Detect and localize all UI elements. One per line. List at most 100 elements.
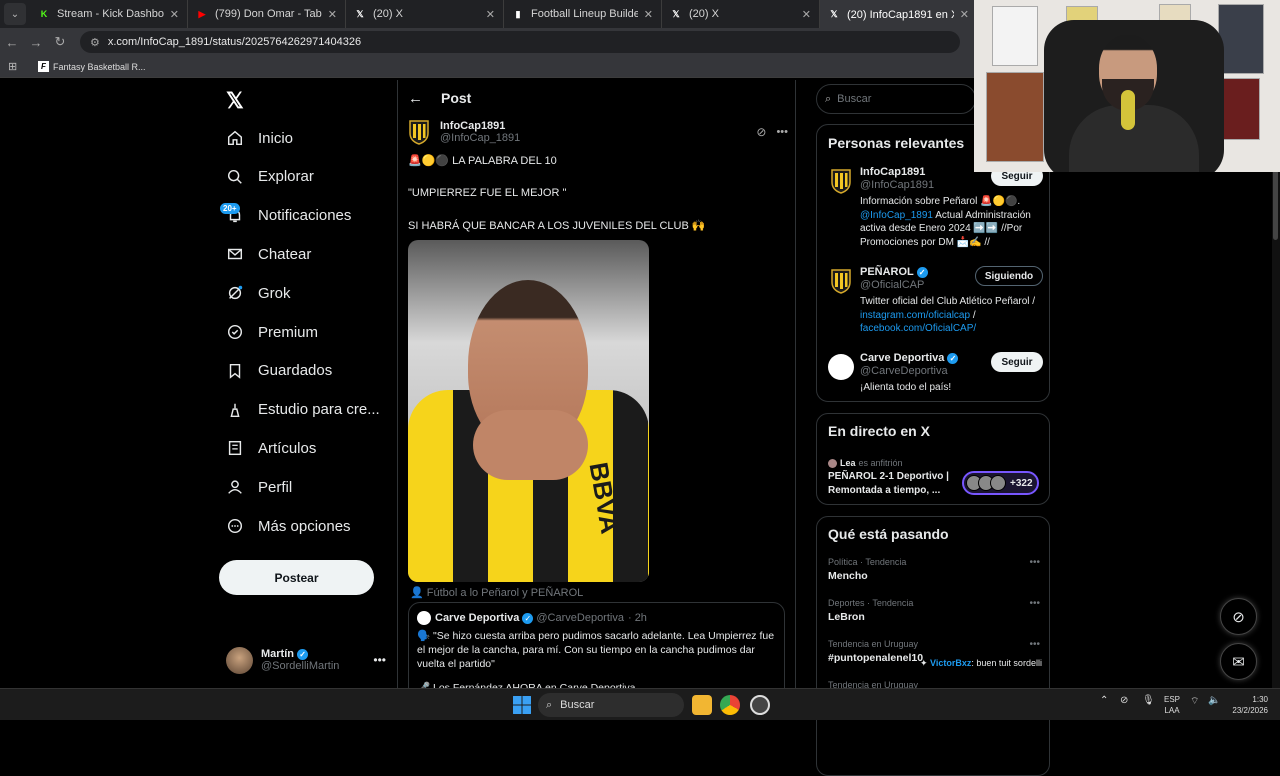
quoted-post[interactable]: Carve Deportiva ✓ @CarveDeportiva · 2h 🗣… [408, 602, 785, 702]
messages-fab-icon[interactable]: ✉ [1220, 643, 1257, 680]
language-indicator[interactable]: ESP LAA [1160, 694, 1184, 716]
chrome-icon[interactable] [720, 695, 740, 715]
nav-item-7[interactable]: Guardados [226, 353, 332, 389]
close-icon[interactable]: ✕ [328, 8, 337, 21]
close-icon[interactable]: ✕ [960, 8, 969, 21]
grok-icon [226, 284, 244, 302]
live-listeners[interactable]: +322 [962, 471, 1039, 495]
articles-icon [226, 439, 244, 457]
browser-tab[interactable]: K Stream - Kick Dashboard ✕ [30, 0, 188, 28]
bio-link[interactable]: facebook.com/OficialCAP/ [860, 323, 976, 334]
more-icon[interactable]: ••• [776, 126, 788, 138]
bio-link[interactable]: @InfoCap_1891 [860, 210, 933, 221]
more-icon[interactable]: ••• [1029, 557, 1040, 568]
trend-context: Tendencia en Uruguay [828, 639, 919, 649]
youtube-icon: ▶ [198, 8, 206, 19]
search-icon: ⌕ [825, 92, 832, 105]
nav-item-5[interactable]: Grok [226, 275, 291, 311]
nav-item-1[interactable]: Inicio [226, 120, 293, 156]
nav-item-11[interactable]: Más opciones [226, 508, 351, 544]
tab-search-dropdown[interactable]: ⌄ [4, 3, 26, 25]
post-button[interactable]: Postear [219, 560, 374, 595]
more-icon[interactable]: ••• [373, 653, 386, 667]
nav-item-3[interactable]: 20+ Notificaciones [220, 198, 351, 234]
account-switcher[interactable]: Martín ✓ @SordelliMartin ••• [226, 642, 386, 678]
close-icon[interactable]: ✕ [802, 8, 811, 21]
close-icon[interactable]: ✕ [644, 8, 653, 21]
browser-tab[interactable]: ▶ (799) Don Omar - Taboo - YouTube ✕ [188, 0, 346, 28]
obs-icon[interactable] [750, 695, 770, 715]
follow-button[interactable]: Seguir [991, 352, 1043, 372]
nav-item-6[interactable]: Premium [226, 314, 318, 350]
account-handle: @SordelliMartin [261, 660, 340, 672]
bio-link[interactable]: instagram.com/oficialcap [860, 310, 970, 321]
nav-item-8[interactable]: Estudio para cre... [226, 392, 380, 428]
community-name: Fútbol a lo Peñarol y PEÑAROL [426, 587, 584, 599]
tray-chevron-icon[interactable]: ⌃ [1100, 695, 1108, 706]
nav-item-2[interactable]: Explorar [226, 159, 314, 195]
apps-grid-icon[interactable]: ⊞ [8, 60, 22, 73]
file-explorer-icon[interactable] [692, 695, 712, 715]
bookmark-fantasy[interactable]: F Fantasy Basketball R... [38, 61, 146, 72]
clock[interactable]: 1:30 23/2/2026 [1224, 694, 1268, 716]
author-handle[interactable]: @InfoCap_1891 [440, 132, 520, 144]
more-icon[interactable]: ••• [1029, 639, 1040, 650]
search-icon [226, 168, 244, 186]
mic-tray-icon[interactable]: 🎙 [1142, 695, 1155, 706]
trend-item[interactable]: Deportes · Tendencia LeBron ••• [828, 598, 1040, 623]
browser-tab[interactable]: 𝕏 (20) InfoCap1891 en X: "🚨🟡⚫ ✕ [820, 0, 978, 28]
section-title: Qué está pasando [828, 526, 949, 542]
network-icon[interactable]: ⊘ [1120, 695, 1128, 706]
grok-icon[interactable]: ⊘ [756, 125, 766, 139]
live-box[interactable]: En directo en X Lea es anfitrión PEÑAROL … [816, 413, 1050, 505]
avatar [226, 646, 253, 674]
more-circle-icon [226, 517, 244, 535]
grok-fab-icon[interactable]: ⊘ [1220, 598, 1257, 635]
volume-icon[interactable]: 🔈 [1208, 695, 1220, 706]
taskbar-search[interactable]: ⌕ Buscar [538, 693, 684, 717]
nav-label: Premium [258, 323, 319, 341]
trend-topic: Mencho [828, 570, 868, 582]
nav-item-9[interactable]: Artículos [226, 430, 316, 466]
nav-item-4[interactable]: Chatear [226, 236, 311, 272]
poster [986, 72, 1044, 162]
windows-start-icon[interactable] [512, 695, 532, 715]
browser-tab[interactable]: 𝕏 (20) X ✕ [346, 0, 504, 28]
x-icon: 𝕏 [830, 8, 838, 19]
following-button[interactable]: Siguiendo [975, 266, 1043, 286]
forward-icon[interactable]: → [24, 35, 48, 50]
trend-item[interactable]: Política · Tendencia Mencho ••• [828, 557, 1040, 582]
x-icon: 𝕏 [356, 8, 364, 19]
site-info-icon[interactable]: ⚙ [90, 36, 100, 49]
trend-context: Deportes · Tendencia [828, 598, 914, 608]
trend-item[interactable]: Tendencia en Uruguay #puntopenalenel10 •••… [828, 639, 1042, 668]
nav-label: Explorar [258, 168, 314, 186]
x-logo-icon[interactable]: 𝕏 [226, 88, 244, 114]
nav-item-10[interactable]: Perfil [226, 469, 292, 505]
post-image[interactable]: BBVA [408, 240, 649, 582]
author-name[interactable]: InfoCap1891 [440, 120, 520, 132]
close-icon[interactable]: ✕ [170, 8, 179, 21]
close-icon[interactable]: ✕ [486, 8, 495, 21]
mail-icon [226, 245, 244, 263]
community-label[interactable]: 👤 Fútbol a lo Peñarol y PEÑAROL [410, 586, 583, 599]
tab-title: Football Lineup Builder - Create [531, 8, 638, 20]
trending-box: Qué está pasando Política · Tendencia Men… [816, 516, 1050, 776]
post-text-line: SI HABRÁ QUE BANCAR A LOS JUVENILES DEL … [408, 220, 706, 232]
penarol-crest-icon[interactable] [408, 119, 430, 145]
person-card[interactable]: InfoCap1891 @InfoCap1891 Seguir Informac… [828, 166, 1043, 256]
browser-tab[interactable]: 𝕏 (20) X ✕ [662, 0, 820, 28]
search-input[interactable]: ⌕ Buscar [816, 84, 976, 114]
more-icon[interactable]: ••• [1029, 598, 1040, 609]
poster [1218, 4, 1264, 74]
reload-icon[interactable]: ↻ [48, 34, 72, 50]
back-icon[interactable]: ← [0, 35, 24, 50]
person-card[interactable]: PEÑAROL ✓ @OficialCAP Siguiendo Twitter … [828, 266, 1043, 336]
wifi-icon[interactable]: ⌔ [1190, 695, 1199, 708]
browser-tab[interactable]: ▮ Football Lineup Builder - Create ✕ [504, 0, 662, 28]
person-card[interactable]: Carve Deportiva ✓ @CarveDeportiva Seguir… [828, 352, 1043, 396]
url-text: x.com/InfoCap_1891/status/20257642629714… [107, 36, 362, 48]
search-placeholder: Buscar [837, 93, 872, 105]
back-arrow-icon[interactable]: ← [408, 90, 423, 107]
url-field[interactable]: ⚙ x.com/InfoCap_1891/status/202576426297… [80, 31, 960, 53]
